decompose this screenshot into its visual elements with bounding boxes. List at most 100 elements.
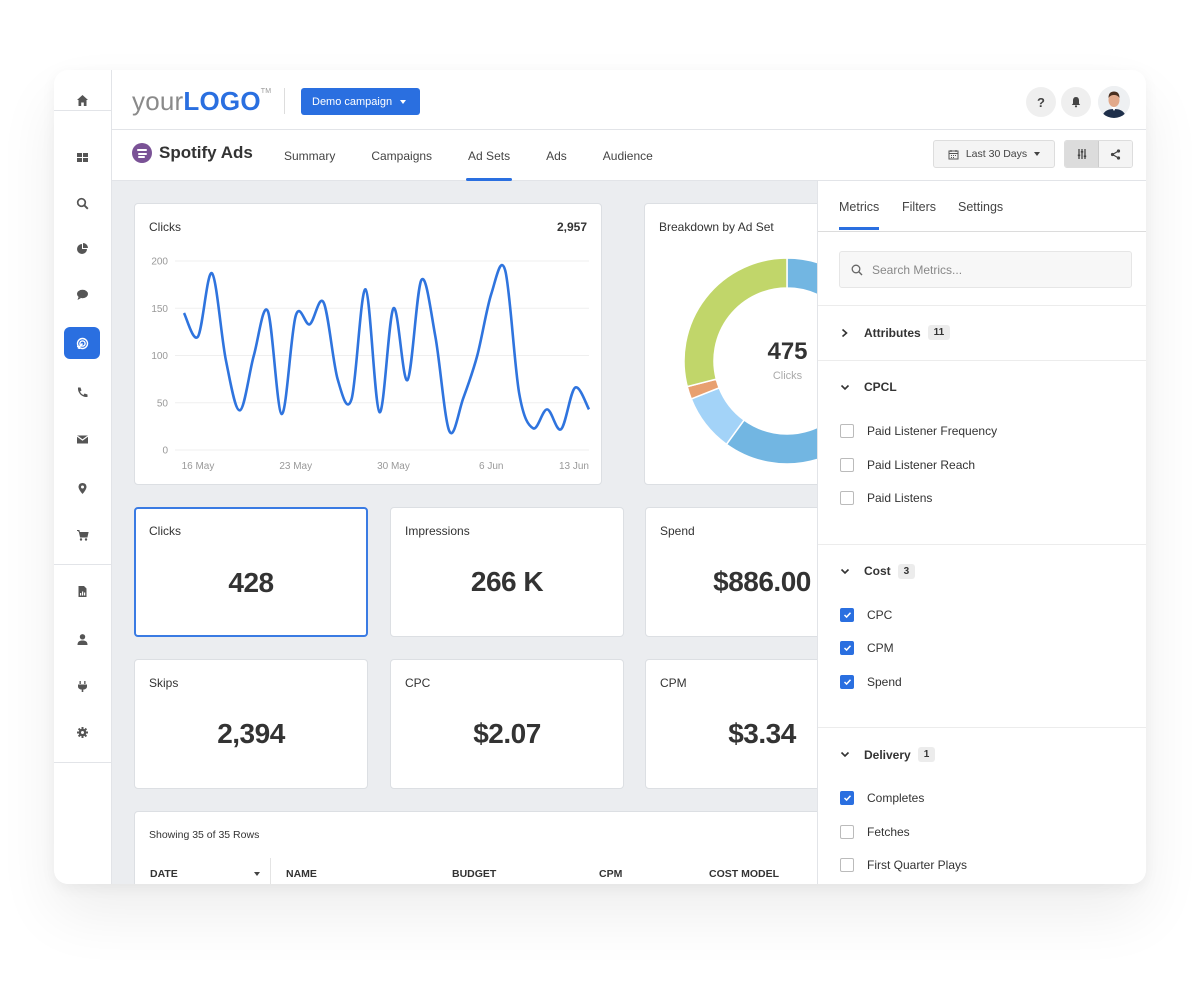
data-point[interactable] bbox=[192, 331, 204, 343]
data-point[interactable] bbox=[304, 318, 316, 330]
column-header-cpm[interactable]: CPM bbox=[599, 868, 622, 880]
header-divider bbox=[284, 88, 285, 114]
data-point[interactable] bbox=[527, 422, 539, 434]
checkbox[interactable] bbox=[840, 674, 854, 689]
data-point[interactable] bbox=[555, 423, 567, 435]
data-point[interactable] bbox=[220, 354, 232, 366]
donut-center-value: 475 bbox=[767, 338, 808, 365]
metric-group-cost[interactable]: Cost 3 bbox=[840, 563, 916, 579]
metric-group-attributes[interactable]: Attributes 11 bbox=[840, 325, 951, 340]
checkbox[interactable] bbox=[840, 491, 854, 505]
data-point[interactable] bbox=[499, 264, 511, 276]
data-point[interactable] bbox=[457, 392, 469, 404]
tab-audience[interactable]: Audience bbox=[603, 130, 653, 181]
metric-option[interactable]: Paid Listens bbox=[840, 491, 932, 505]
nav-location[interactable] bbox=[64, 472, 100, 504]
metric-group-delivery[interactable]: Delivery 1 bbox=[840, 747, 936, 762]
data-point[interactable] bbox=[206, 267, 218, 279]
checkbox[interactable] bbox=[840, 858, 854, 872]
data-point[interactable] bbox=[513, 387, 525, 399]
donut-slice[interactable] bbox=[683, 257, 788, 388]
data-point[interactable] bbox=[290, 310, 302, 322]
data-point[interactable] bbox=[178, 307, 190, 319]
nav-search[interactable] bbox=[64, 187, 100, 219]
nav-gear[interactable] bbox=[64, 716, 100, 748]
nav-plug[interactable] bbox=[64, 670, 100, 702]
nav-user[interactable] bbox=[64, 623, 100, 655]
tab-summary[interactable]: Summary bbox=[284, 130, 335, 181]
data-point[interactable] bbox=[374, 406, 386, 418]
nav-home[interactable] bbox=[64, 84, 100, 116]
kpi-card-skips[interactable]: Skips 2,394 bbox=[134, 659, 368, 789]
checkbox[interactable] bbox=[840, 607, 854, 622]
panel-tab-filters[interactable]: Filters bbox=[902, 200, 936, 214]
data-point[interactable] bbox=[360, 283, 372, 295]
help-button[interactable]: ? bbox=[1026, 87, 1056, 117]
kpi-card-spend[interactable]: Spend $886.00 bbox=[645, 507, 817, 637]
metric-option[interactable]: CPC bbox=[840, 607, 892, 622]
nav-phone[interactable] bbox=[64, 376, 100, 408]
nav-cart[interactable] bbox=[64, 519, 100, 551]
tab-campaigns[interactable]: Campaigns bbox=[371, 130, 432, 181]
metric-option[interactable]: First Quarter Plays bbox=[840, 858, 967, 872]
data-point[interactable] bbox=[387, 302, 399, 314]
metric-option[interactable]: Paid Listener Frequency bbox=[840, 424, 997, 438]
kpi-card-impressions[interactable]: Impressions 266 K bbox=[390, 507, 624, 637]
nav-chat[interactable] bbox=[64, 278, 100, 310]
notifications-button[interactable] bbox=[1061, 87, 1091, 117]
data-point[interactable] bbox=[276, 408, 288, 420]
kpi-card-cpm[interactable]: CPM $3.34 bbox=[645, 659, 817, 789]
nav-dashboard[interactable] bbox=[64, 141, 100, 173]
data-point[interactable] bbox=[583, 403, 595, 415]
metric-option[interactable]: Spend bbox=[840, 674, 902, 689]
data-point[interactable] bbox=[443, 425, 455, 437]
column-header-date[interactable]: DATE bbox=[150, 868, 178, 880]
metric-option[interactable]: Paid Listener Reach bbox=[840, 457, 976, 472]
column-header-cost-model[interactable]: COST MODEL bbox=[709, 868, 779, 880]
metrics-search-input[interactable] bbox=[872, 262, 1072, 277]
avatar[interactable] bbox=[1098, 86, 1130, 118]
data-point[interactable] bbox=[485, 288, 497, 300]
data-point[interactable] bbox=[234, 404, 246, 416]
checkbox[interactable] bbox=[840, 824, 854, 839]
column-header-budget[interactable]: BUDGET bbox=[452, 868, 496, 880]
checkbox[interactable] bbox=[840, 457, 854, 472]
kpi-card-cpc[interactable]: CPC $2.07 bbox=[390, 659, 624, 789]
data-point[interactable] bbox=[346, 393, 358, 405]
column-header-name[interactable]: NAME bbox=[286, 868, 317, 880]
metric-group-cpcl[interactable]: CPCL bbox=[840, 380, 897, 394]
kpi-card-clicks[interactable]: Clicks 428 bbox=[134, 507, 368, 637]
metric-option[interactable]: Fetches bbox=[840, 824, 910, 839]
data-point[interactable] bbox=[471, 350, 483, 362]
sort-desc-icon[interactable] bbox=[254, 872, 260, 876]
checkbox[interactable] bbox=[840, 424, 854, 438]
data-point[interactable] bbox=[429, 331, 441, 343]
nav-pie-chart[interactable] bbox=[64, 232, 100, 264]
data-point[interactable] bbox=[569, 382, 581, 394]
share-button[interactable] bbox=[1099, 141, 1132, 167]
metric-option-label: Paid Listener Reach bbox=[867, 457, 976, 472]
data-point[interactable] bbox=[262, 305, 274, 317]
data-point[interactable] bbox=[401, 374, 413, 386]
checkbox[interactable] bbox=[840, 641, 854, 655]
date-range-picker[interactable]: Last 30 Days bbox=[933, 140, 1055, 168]
data-point[interactable] bbox=[318, 297, 330, 309]
metrics-search[interactable] bbox=[839, 251, 1132, 288]
data-point[interactable] bbox=[332, 373, 344, 385]
metric-option[interactable]: Completes bbox=[840, 791, 924, 805]
logo[interactable]: yourLOGOTM bbox=[132, 86, 271, 117]
tab-ad-sets[interactable]: Ad Sets bbox=[466, 130, 513, 181]
tab-ads[interactable]: Ads bbox=[546, 130, 567, 181]
panel-tab-settings[interactable]: Settings bbox=[958, 200, 1003, 214]
customize-button[interactable] bbox=[1065, 141, 1099, 167]
data-point[interactable] bbox=[415, 274, 427, 286]
campaign-selector[interactable]: Demo campaign bbox=[301, 88, 421, 115]
metric-option[interactable]: CPM bbox=[840, 641, 894, 655]
panel-tab-metrics[interactable]: Metrics bbox=[839, 200, 880, 230]
data-point[interactable] bbox=[541, 403, 553, 415]
data-point[interactable] bbox=[248, 350, 260, 362]
nav-mail[interactable] bbox=[64, 423, 100, 455]
nav-report[interactable] bbox=[64, 575, 100, 607]
nav-target[interactable] bbox=[64, 327, 100, 359]
checkbox[interactable] bbox=[840, 791, 854, 805]
